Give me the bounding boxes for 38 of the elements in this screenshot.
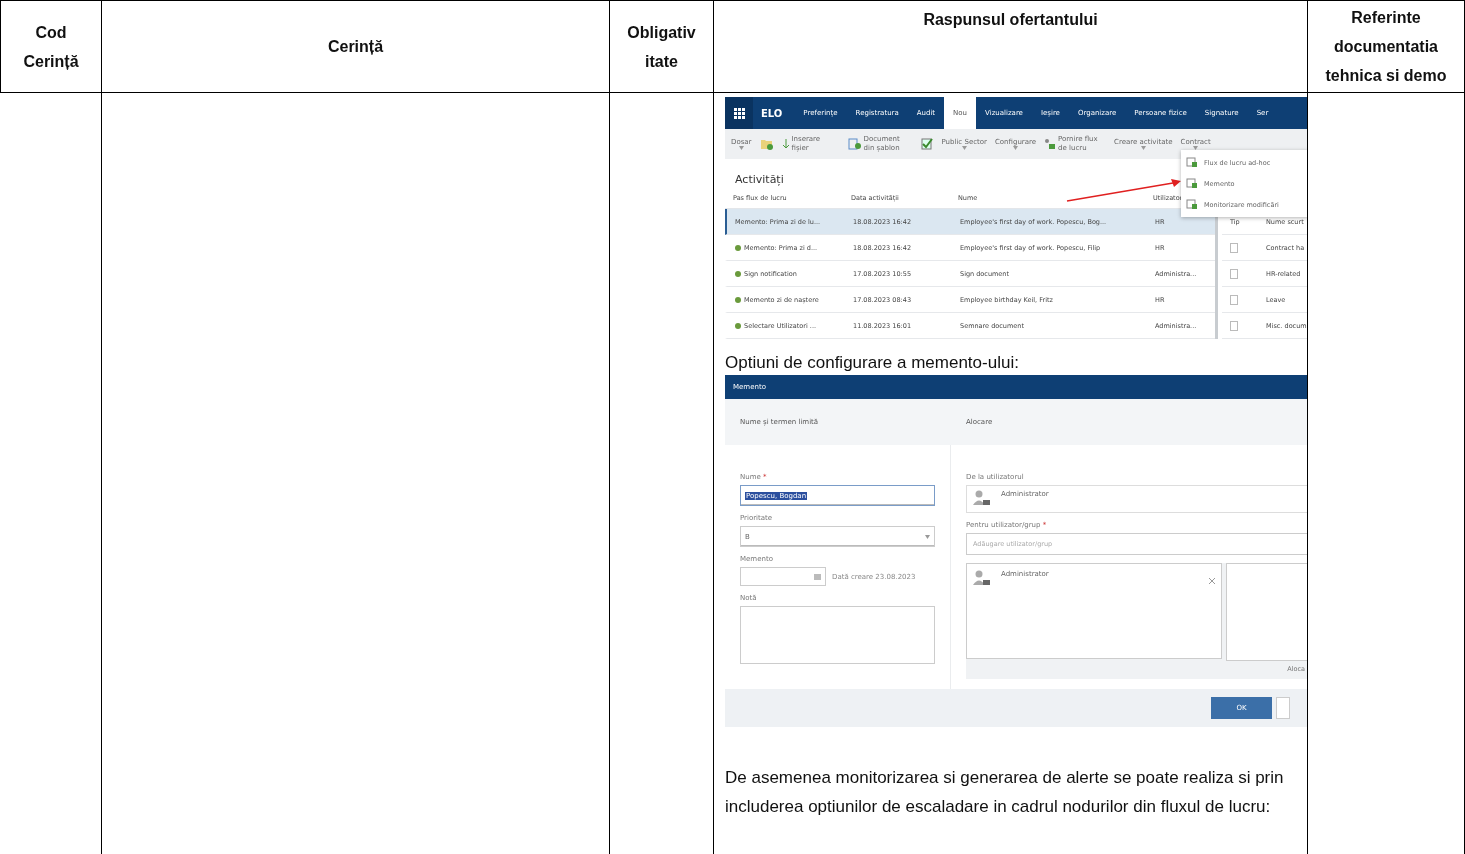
caret-icon [1013,146,1018,150]
column-header: Cod Cerință [23,22,79,72]
document-icon [1230,268,1238,279]
folder-icon[interactable] [759,138,774,150]
document-icon [1230,294,1238,305]
user-icon [973,570,991,586]
caret-icon [738,146,744,150]
document-icon [847,138,862,150]
checklist-icon[interactable] [919,137,934,151]
menu-item-icon [1186,199,1198,210]
app-grid-icon[interactable] [725,97,753,129]
column-header: Raspunsul ofertantului [923,10,1098,30]
status-dot [735,322,741,329]
caret-icon [1140,146,1146,150]
body-paragraph: De asemenea monitorizarea si generarea de alerte se poate realiza si prin includerea optiunilor de escaladare in cadrul nodurilor din fluxul de lucru: [725,767,1285,818]
section-title: Activități [735,173,784,187]
status-dot [735,244,741,251]
date-field[interactable] [740,567,826,586]
caption-text: Optiuni de configurare a memento-ului: [725,353,1020,373]
app-logo: ELO [760,107,784,119]
menu-item-icon [1186,178,1198,189]
column-header: Referinte documentatia tehnica si demo [1325,8,1447,86]
calendar-icon [814,573,821,580]
document-icon [1230,242,1238,253]
close-icon[interactable] [1209,578,1215,584]
user-icon [973,490,991,506]
caret-icon [961,146,967,150]
column-header: Cerință [327,37,384,57]
column-header: Obligativ itate [627,22,696,72]
document-icon [1230,320,1238,331]
arrow-down-icon [781,138,790,150]
status-dot [735,296,741,303]
workflow-icon [1044,138,1057,150]
status-dot [735,270,741,277]
caret-icon [925,534,930,539]
cancel-button[interactable] [1276,697,1290,719]
note-field[interactable] [740,606,935,664]
menu-item-icon [1186,157,1198,168]
